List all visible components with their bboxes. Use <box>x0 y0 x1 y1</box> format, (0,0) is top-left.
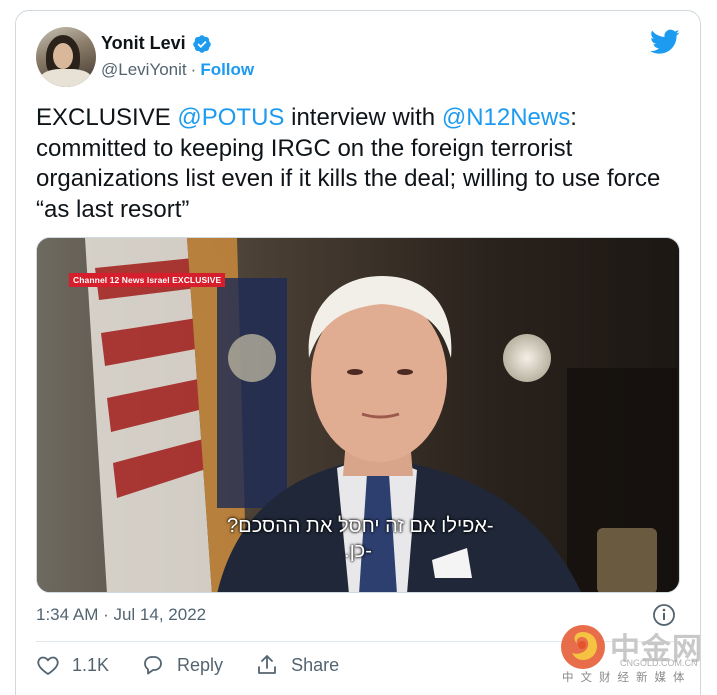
tweet-text: EXCLUSIVE @POTUS interview with @N12News… <box>36 103 676 225</box>
tweet-text-mid: interview with <box>284 104 442 131</box>
tweet-card[interactable]: Yonit Levi @LeviYonit · Follow EXCLUSIVE… <box>15 10 701 695</box>
tweet-actions: 1.1K Reply Share <box>36 653 371 677</box>
like-button[interactable]: 1.1K <box>36 653 109 677</box>
verified-badge-icon <box>192 34 211 53</box>
watermark-url: CNGOLD.COM.CN <box>620 658 698 668</box>
tweet-video[interactable]: Channel 12 News Israel EXCLUSIVE -אפילו … <box>36 237 680 593</box>
reply-label: Reply <box>177 654 224 675</box>
author-handle[interactable]: @LeviYonit <box>101 60 187 80</box>
like-count: 1.1K <box>72 654 110 675</box>
reply-bubble-icon <box>144 656 162 675</box>
twitter-bird-icon[interactable] <box>650 29 680 55</box>
author-display-name[interactable]: Yonit Levi <box>101 33 186 54</box>
heart-icon <box>37 656 59 675</box>
author-handle-row: @LeviYonit · Follow <box>101 60 254 80</box>
author-name-row: Yonit Levi <box>101 33 212 54</box>
reply-button[interactable]: Reply <box>141 653 223 677</box>
cngold-watermark: 中金网 CNGOLD.COM.CN 中文财经新媒体 <box>560 622 710 688</box>
tweet-timestamp[interactable]: 1:34 AM · Jul 14, 2022 <box>36 605 206 625</box>
channel-badge: Channel 12 News Israel EXCLUSIVE <box>69 273 226 287</box>
share-upload-icon <box>258 655 276 674</box>
follow-button[interactable]: Follow <box>200 60 254 80</box>
avatar-shirt <box>40 69 92 87</box>
share-button[interactable]: Share <box>255 653 339 677</box>
video-subtitle-line-1: -אפילו אם זה יחסל את ההסכם? <box>227 515 494 537</box>
cngold-logo-icon <box>561 625 605 669</box>
tweet-text-prefix: EXCLUSIVE <box>36 104 178 131</box>
mention-potus-link[interactable]: @POTUS <box>177 104 284 131</box>
mention-n12news-link[interactable]: @N12News <box>442 104 570 131</box>
avatar-face <box>53 43 73 69</box>
avatar[interactable] <box>36 27 96 87</box>
handle-separator: · <box>190 60 197 79</box>
watermark-tagline: 中文财经新媒体 <box>562 670 692 684</box>
video-subtitle-line-2: -כן. <box>344 540 372 562</box>
share-label: Share <box>291 654 340 675</box>
